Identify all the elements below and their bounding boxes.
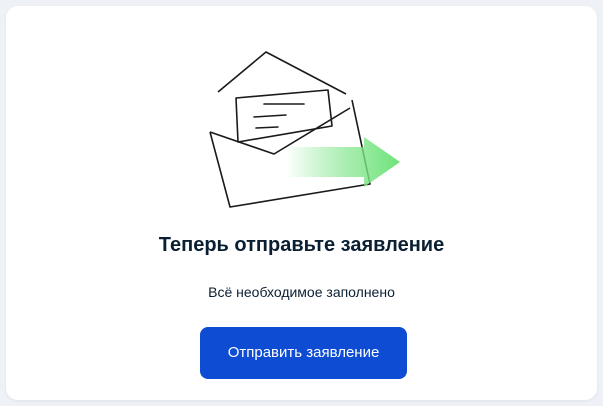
envelope-send-icon (209, 51, 400, 208)
page-subtitle: Всё необходимое заполнено (208, 284, 395, 300)
page-title: Теперь отправьте заявление (158, 234, 445, 256)
submit-application-button[interactable]: Отправить заявление (200, 327, 407, 379)
